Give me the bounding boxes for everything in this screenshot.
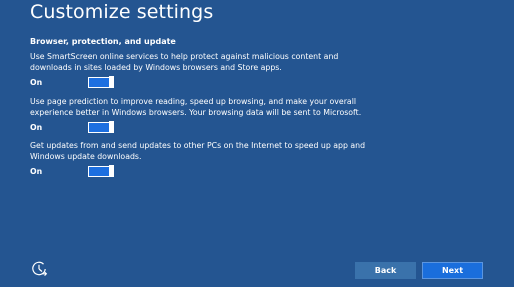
toggle-state-label: On (30, 77, 43, 87)
section-heading: Browser, protection, and update (30, 37, 176, 46)
next-button[interactable]: Next (422, 262, 483, 279)
toggle-state-label: On (30, 122, 43, 132)
toggle-knob (109, 121, 114, 132)
toggle-state-label: On (30, 166, 43, 176)
toggle-knob (109, 76, 114, 87)
setting-toggle-row: On (30, 165, 370, 177)
setting-delivery-optimization: Get updates from and send updates to oth… (30, 140, 370, 177)
ease-of-access-icon[interactable] (30, 260, 48, 278)
smartscreen-toggle[interactable] (88, 76, 114, 88)
setting-smartscreen: Use SmartScreen online services to help … (30, 51, 370, 88)
setting-toggle-row: On (30, 76, 370, 88)
setting-description: Use SmartScreen online services to help … (30, 52, 339, 72)
delivery-optimization-toggle[interactable] (88, 165, 114, 177)
setting-page-prediction: Use page prediction to improve reading, … (30, 96, 370, 133)
toggle-knob (109, 165, 114, 176)
ease-of-access-icon-graphic (32, 261, 48, 276)
setting-description: Use page prediction to improve reading, … (30, 97, 362, 117)
page-title: Customize settings (30, 1, 214, 23)
back-button[interactable]: Back (355, 262, 416, 279)
setting-toggle-row: On (30, 121, 370, 133)
setting-description: Get updates from and send updates to oth… (30, 141, 366, 161)
page-prediction-toggle[interactable] (88, 121, 114, 133)
